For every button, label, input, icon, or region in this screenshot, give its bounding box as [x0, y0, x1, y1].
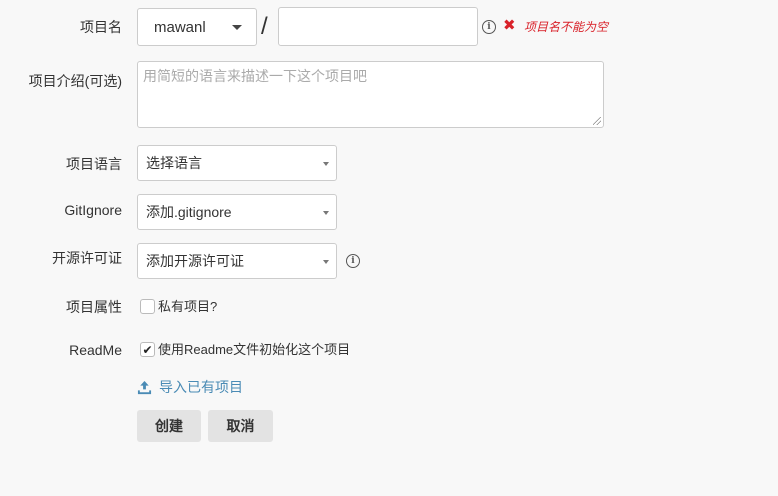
license-label: 开源许可证 — [52, 250, 122, 266]
gitignore-label: GitIgnore — [64, 202, 122, 218]
description-placeholder: 用简短的语言来描述一下这个项目吧 — [143, 68, 367, 84]
readme-checkbox-label[interactable]: 使用Readme文件初始化这个项目 — [158, 342, 350, 358]
info-circle-icon[interactable]: i — [482, 20, 496, 34]
import-project-label: 导入已有项目 — [159, 379, 243, 395]
language-select-value: 选择语言 — [146, 155, 202, 171]
license-select[interactable]: 添加开源许可证 — [137, 243, 337, 279]
license-select-value: 添加开源许可证 — [146, 253, 244, 269]
project-name-label: 项目名 — [80, 19, 122, 35]
path-separator: / — [261, 13, 268, 40]
caret-down-icon — [323, 260, 329, 264]
owner-select[interactable]: mawanl — [137, 8, 257, 46]
description-textarea[interactable]: 用简短的语言来描述一下这个项目吧 — [137, 61, 604, 128]
language-select[interactable]: 选择语言 — [137, 145, 337, 181]
visibility-label: 项目属性 — [66, 299, 122, 315]
caret-down-icon — [323, 162, 329, 166]
cross-icon: ✖ — [503, 17, 516, 34]
language-label: 项目语言 — [66, 156, 122, 172]
import-project-link[interactable]: 导入已有项目 — [137, 378, 243, 396]
private-checkbox[interactable] — [140, 299, 155, 314]
create-button[interactable]: 创建 — [137, 410, 201, 442]
cancel-button[interactable]: 取消 — [208, 410, 273, 442]
gitignore-select-value: 添加.gitignore — [146, 204, 232, 220]
checkmark-icon: ✔ — [142, 342, 153, 357]
caret-down-icon — [323, 211, 329, 215]
project-name-error: 项目名不能为空 — [524, 20, 609, 34]
resize-grip-icon[interactable] — [593, 117, 601, 125]
upload-icon — [137, 380, 152, 394]
gitignore-select[interactable]: 添加.gitignore — [137, 194, 337, 230]
readme-label: ReadMe — [69, 342, 122, 358]
project-name-input[interactable] — [278, 7, 478, 46]
private-checkbox-label[interactable]: 私有项目? — [158, 299, 217, 315]
info-circle-icon[interactable]: i — [346, 254, 360, 268]
readme-checkbox[interactable]: ✔ — [140, 342, 155, 357]
description-label: 项目介绍(可选) — [28, 73, 122, 89]
owner-select-value: mawanl — [154, 18, 206, 36]
caret-down-icon — [232, 25, 242, 30]
